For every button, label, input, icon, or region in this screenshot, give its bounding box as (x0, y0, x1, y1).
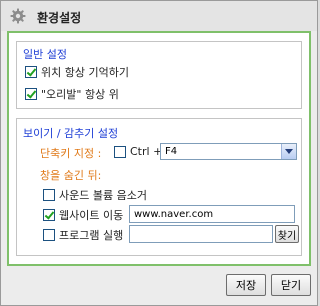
ctrl-checkbox[interactable] (114, 145, 126, 158)
program-path-input[interactable] (129, 225, 273, 243)
settings-panel: 일반 설정 위치 항상 기억하기 "오리발" 항상 위 보이기 / 감추기 설정… (7, 31, 311, 266)
always-on-top-label: "오리발" 항상 위 (41, 88, 119, 101)
mute-option[interactable]: 사운드 볼륨 음소거 (43, 187, 147, 203)
remember-position-checkbox[interactable] (25, 66, 37, 78)
ctrl-option[interactable]: Ctrl + (114, 145, 162, 158)
show-hide-settings-group: 보이기 / 감추기 설정 단축키 지정 : Ctrl + F4 창을 숨긴 뒤:… (16, 118, 302, 256)
remember-position-option[interactable]: 위치 항상 기억하기 (25, 64, 129, 80)
mute-checkbox[interactable] (43, 189, 55, 201)
gear-icon (10, 8, 26, 24)
go-website-checkbox[interactable] (43, 209, 55, 221)
close-button[interactable]: 닫기 (271, 274, 311, 296)
after-hide-label: 창을 숨긴 뒤: (40, 169, 102, 182)
general-settings-group: 일반 설정 위치 항상 기억하기 "오리발" 항상 위 (16, 41, 302, 109)
browse-button[interactable]: 찾기 (275, 225, 299, 243)
hotkey-select[interactable]: F4 (160, 143, 297, 160)
go-website-label: 웹사이트 이동 (59, 209, 124, 222)
always-on-top-option[interactable]: "오리발" 항상 위 (25, 86, 119, 102)
always-on-top-checkbox[interactable] (25, 88, 37, 100)
title-bar: 환경설정 (1, 1, 317, 31)
show-hide-settings-title: 보이기 / 감추기 설정 (23, 127, 119, 140)
hotkey-label: 단축키 지정 : (40, 147, 102, 160)
run-program-checkbox[interactable] (43, 229, 55, 241)
hotkey-select-value: F4 (165, 146, 178, 157)
general-settings-title: 일반 설정 (23, 48, 67, 61)
website-url-input[interactable] (129, 205, 295, 223)
save-button[interactable]: 저장 (226, 274, 266, 296)
window-title: 환경설정 (37, 11, 82, 25)
settings-window: 환경설정 일반 설정 위치 항상 기억하기 "오리발" 항상 위 보이기 / 감… (0, 0, 318, 306)
go-website-option[interactable]: 웹사이트 이동 (43, 207, 123, 223)
run-program-label: 프로그램 실행 (59, 229, 124, 242)
remember-position-label: 위치 항상 기억하기 (41, 66, 129, 79)
mute-label: 사운드 볼륨 음소거 (59, 189, 147, 202)
chevron-down-icon[interactable] (281, 144, 296, 159)
ctrl-label: Ctrl + (130, 145, 163, 158)
run-program-option[interactable]: 프로그램 실행 (43, 227, 123, 243)
